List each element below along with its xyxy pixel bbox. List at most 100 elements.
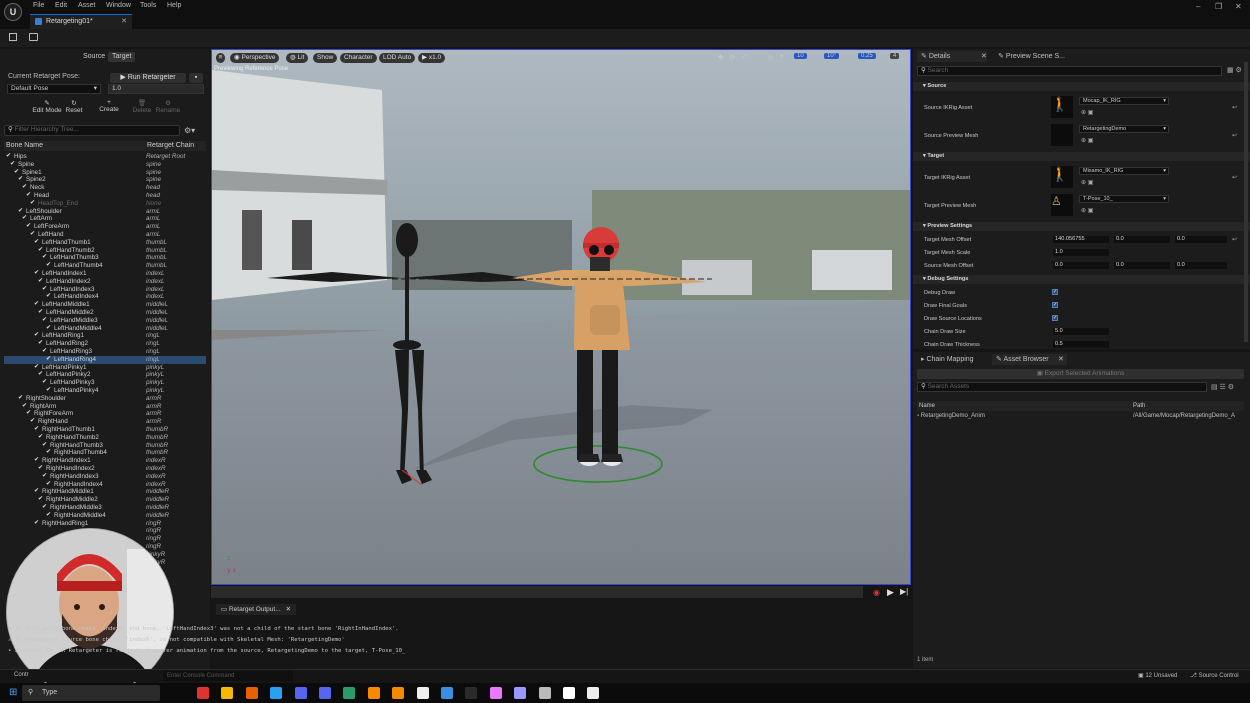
settings-icon[interactable] <box>538 687 551 699</box>
scale-icon[interactable]: ⤢ <box>742 54 747 61</box>
bone-row[interactable]: ✔ RightHandMiddle3 middleR <box>4 504 206 512</box>
section-source[interactable]: ▾ Source <box>913 82 1250 91</box>
perspective-button[interactable]: ◉ Perspective <box>230 53 280 63</box>
skip-end-icon[interactable]: ▶| <box>900 587 908 596</box>
timeline-scrubber[interactable] <box>211 586 863 598</box>
asset-search-input[interactable]: ⚲ Search Assets <box>917 382 1207 392</box>
bone-row[interactable]: ✔ Spine spine <box>4 161 206 169</box>
obs-2-icon[interactable] <box>563 687 575 699</box>
edit-mode-button[interactable]: ✎ Edit Mode <box>30 99 64 114</box>
after-effects-icon[interactable] <box>514 687 527 699</box>
bone-row[interactable]: ✔ RightHandThumb4 thumbR <box>4 449 206 457</box>
lod-auto-button[interactable]: LOD Auto <box>379 53 416 63</box>
bone-row[interactable]: ✔ LeftHandMiddle4 middleL <box>4 325 206 333</box>
chain-draw-thickness-input[interactable]: 0.5 <box>1053 341 1109 348</box>
target-offset-x[interactable]: 140.056755 <box>1053 236 1109 243</box>
delete-button[interactable]: 🗑 Delete <box>129 99 155 114</box>
reset-to-default-icon[interactable]: ↩ <box>1232 174 1237 181</box>
record-icon[interactable]: ◉ <box>873 588 880 597</box>
bone-row[interactable]: ✔ LeftHandMiddle3 middleL <box>4 317 206 325</box>
bone-row[interactable]: ✔ RightArm armR <box>4 403 206 411</box>
browse-asset-icon[interactable] <box>29 33 38 41</box>
blender-icon[interactable] <box>367 687 380 699</box>
asset-filter-icons[interactable]: ▤ ☰ ⚙ <box>1211 383 1234 391</box>
bone-row[interactable]: ✔ LeftHandThumb3 thumbL <box>4 254 206 262</box>
scale-snap-value[interactable]: 0.25 <box>858 53 876 59</box>
tab-asset-browser[interactable]: ✎ Asset Browser ✕ <box>992 354 1067 365</box>
bone-row[interactable]: ✔ RightHand armR <box>4 418 206 426</box>
bone-row[interactable]: ✔ LeftHandIndex4 indexL <box>4 293 206 301</box>
bone-row[interactable]: ✔ RightHandThumb2 thumbR <box>4 434 206 442</box>
close-window-icon[interactable]: ✕ <box>1235 2 1242 11</box>
play-rate-button[interactable]: ▶ x1.0 <box>418 53 446 63</box>
details-scrollbar[interactable] <box>1244 62 1248 342</box>
tab-target[interactable]: Target <box>108 52 136 62</box>
blender-2-icon[interactable] <box>392 687 405 699</box>
discord-2-icon[interactable] <box>319 687 331 699</box>
target-ikrig-dropdown[interactable]: Mixamo_IK_RIG ▾ <box>1079 167 1169 175</box>
col-name[interactable]: Name <box>919 401 935 411</box>
notes-icon[interactable] <box>441 687 453 699</box>
tab-source[interactable]: Source <box>79 52 110 62</box>
bone-row[interactable]: ✔ LeftHandMiddle1 middleL <box>4 301 206 309</box>
reset-button[interactable]: ↻ Reset <box>62 99 86 114</box>
chain-draw-size-input[interactable]: 5.0 <box>1053 328 1109 335</box>
content-drawer-button[interactable]: Contr <box>14 672 29 678</box>
section-preview-settings[interactable]: ▾ Preview Settings <box>913 222 1250 231</box>
menu-edit[interactable]: Edit <box>55 2 67 9</box>
settings-gear-icon[interactable]: ⚙▾ <box>184 126 195 135</box>
terminal-icon[interactable] <box>465 687 478 699</box>
bone-row[interactable]: ✔ RightShoulder armR <box>4 395 206 403</box>
discord-icon[interactable] <box>294 687 307 699</box>
bone-row[interactable]: ✔ RightHandIndex2 indexR <box>4 465 206 473</box>
debug-draw-checkbox[interactable]: ✓ <box>1052 289 1058 295</box>
rotate-icon[interactable]: ⟳ <box>730 54 735 61</box>
character-button[interactable]: Character <box>340 53 377 63</box>
bone-row[interactable]: ✔ LeftHandThumb4 thumbL <box>4 262 206 270</box>
menu-tools[interactable]: Tools <box>140 2 156 9</box>
retarget-options-icon[interactable]: ▪ <box>189 73 203 83</box>
chrome-2-icon[interactable] <box>270 687 283 699</box>
reset-to-default-icon[interactable]: ↩ <box>1232 236 1237 243</box>
use-browse-icon[interactable]: ⊕ ▣ <box>1081 109 1093 116</box>
use-browse-icon[interactable]: ⊕ ▣ <box>1081 179 1093 186</box>
reset-to-default-icon[interactable]: ↩ <box>1232 104 1237 111</box>
target-offset-z[interactable]: 0.0 <box>1175 236 1227 243</box>
lit-button[interactable]: ◍ Lit <box>286 53 309 63</box>
translate-icon[interactable]: ✥ <box>718 54 723 61</box>
bone-row[interactable]: ✔ LeftHandIndex2 indexL <box>4 278 206 286</box>
reset-to-default-icon[interactable]: ↩ <box>1232 132 1237 139</box>
filter-input[interactable]: ⚲ Filter Hierarchy Tree... <box>4 125 180 136</box>
bone-row[interactable]: ✔ LeftHandThumb1 thumbL <box>4 239 206 247</box>
menu-help[interactable]: Help <box>167 2 181 9</box>
asset-row[interactable]: ▪ RetargetingDemo_Anim /All/Game/Mocap/R… <box>917 413 1244 421</box>
draw-source-locations-checkbox[interactable]: ✓ <box>1052 315 1058 321</box>
source-ikrig-dropdown[interactable]: Mocap_IK_RIG ▾ <box>1079 97 1169 105</box>
close-tab-icon[interactable]: ✕ <box>1058 354 1064 365</box>
minimize-icon[interactable]: – <box>1196 2 1200 11</box>
bone-row[interactable]: ✔ LeftHandRing4 ringL <box>4 355 206 364</box>
tab-details[interactable]: ✎ Details ✕ <box>917 51 987 62</box>
source-offset-y[interactable]: 0.0 <box>1114 262 1170 269</box>
col-retarget-chain[interactable]: Retarget Chain <box>147 141 194 151</box>
source-control-button[interactable]: ⎇ Source Control <box>1190 672 1239 679</box>
bone-row[interactable]: ✔ LeftHandRing1 ringL <box>4 332 206 340</box>
camera-speed-value[interactable]: 4 <box>890 53 900 59</box>
section-target[interactable]: ▾ Target <box>913 152 1250 161</box>
unreal-logo-icon[interactable]: U <box>4 3 22 21</box>
maximize-icon[interactable]: ❐ <box>1215 2 1222 11</box>
grid-snap-value[interactable]: 10 <box>794 53 807 59</box>
tab-chain-mapping[interactable]: ▸ Chain Mapping <box>917 354 987 365</box>
use-browse-icon[interactable]: ⊕ ▣ <box>1081 137 1093 144</box>
col-path[interactable]: Path <box>1133 401 1145 411</box>
bone-row[interactable]: ✔ LeftForeArm armL <box>4 223 206 231</box>
bone-row[interactable]: ✔ LeftHandPinky4 pinkyL <box>4 387 206 395</box>
bone-row[interactable]: ✔ RightHandThumb3 thumbR <box>4 442 206 450</box>
bone-row[interactable]: ✔ RightHandIndex3 indexR <box>4 473 206 481</box>
create-button[interactable]: + Create <box>96 99 122 113</box>
bone-row[interactable]: ✔ Spine2 spine <box>4 176 206 184</box>
rotation-snap-value[interactable]: 10° <box>824 53 840 59</box>
windows-start-icon[interactable]: ⊞ <box>9 687 17 698</box>
bone-row[interactable]: ✔ LeftHandIndex3 indexL <box>4 286 206 294</box>
bone-row[interactable]: ✔ LeftShoulder armL <box>4 208 206 216</box>
